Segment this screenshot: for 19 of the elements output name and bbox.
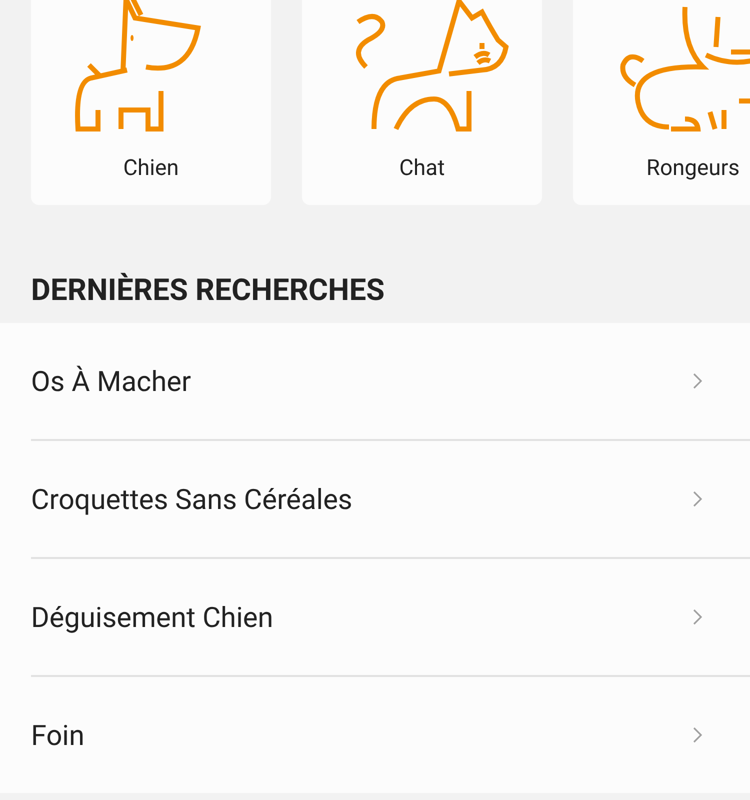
recent-search-item[interactable]: Foin	[31, 677, 750, 793]
chevron-right-icon	[693, 727, 703, 743]
section-title: DERNIÈRES RECHERCHES	[31, 273, 386, 310]
category-label: Chat	[399, 156, 445, 181]
chevron-right-icon	[693, 609, 703, 625]
chevron-right-icon	[693, 491, 703, 507]
search-term: Déguisement Chien	[31, 600, 274, 634]
search-term: Foin	[31, 718, 84, 752]
search-term: Croquettes Sans Céréales	[31, 482, 352, 516]
recent-search-item[interactable]: Croquettes Sans Céréales	[31, 441, 750, 559]
category-card[interactable]: Rongeurs	[573, 0, 750, 205]
recent-search-item[interactable]: Os À Macher	[31, 323, 750, 441]
search-term: Os À Macher	[31, 364, 191, 398]
category-card[interactable]: Chien	[31, 0, 271, 205]
category-label: Rongeurs	[646, 156, 740, 181]
recent-search-item[interactable]: Déguisement Chien	[31, 559, 750, 677]
category-label: Chien	[123, 156, 179, 181]
chevron-right-icon	[693, 373, 703, 389]
category-card[interactable]: Chat	[302, 0, 542, 205]
